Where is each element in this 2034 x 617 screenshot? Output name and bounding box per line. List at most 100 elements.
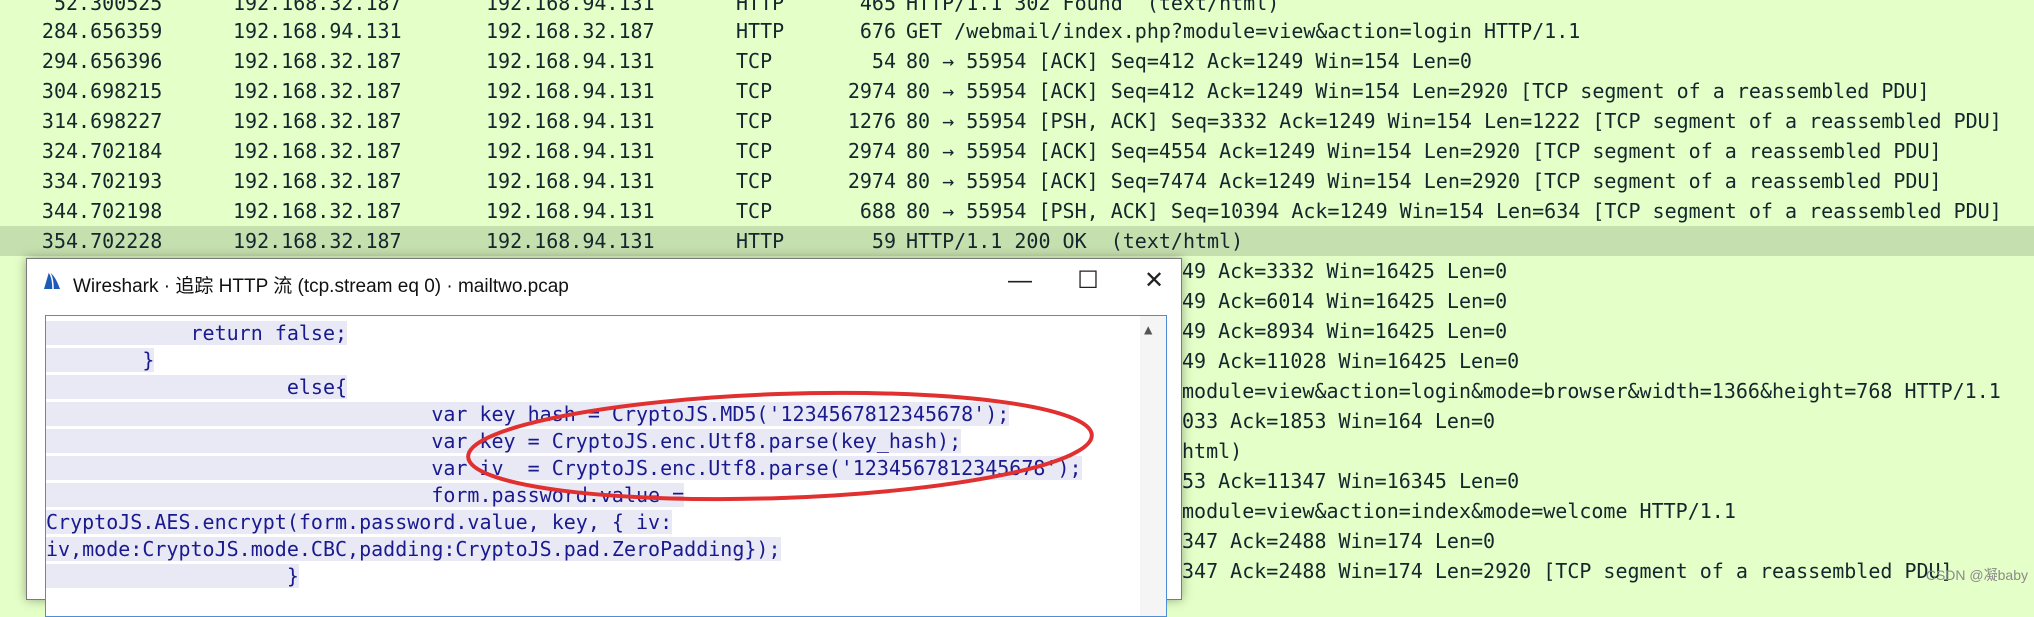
packet-time: 4.702228 — [66, 229, 163, 253]
code-line: var key_hash = CryptoJS.MD5('12345678123… — [46, 401, 1010, 428]
code-text: var key_hash = CryptoJS.MD5('12345678123… — [46, 402, 1010, 426]
code-line: return false; — [46, 320, 348, 347]
vertical-scrollbar[interactable]: ▲ — [1140, 316, 1166, 616]
packet-no: 35 — [41, 229, 66, 253]
packet-info-partial[interactable]: module=view&action=index&mode=welcome HT… — [1182, 496, 1736, 526]
packet-time: 4.702184 — [66, 139, 163, 163]
wireshark-fin-icon — [41, 269, 63, 291]
packet-row[interactable]: 30 4.698215 192.168.32.187 192.168.94.131 TC… — [0, 76, 2034, 106]
code-text: iv,mode:CryptoJS.mode.CBC,padding:Crypto… — [46, 537, 781, 561]
packet-len: 688 — [859, 199, 896, 223]
packet-row[interactable]: 28 4.656359 192.168.94.131 192.168.32.187 HT… — [0, 16, 2034, 46]
packet-row[interactable]: 35 4.702228 192.168.32.187 192.168.94.131 HT… — [0, 226, 2034, 256]
packet-len: 54 — [871, 49, 896, 73]
packet-src: 192.168.32.187 — [233, 79, 402, 103]
packet-src: 192.168.32.187 — [233, 139, 402, 163]
packet-row[interactable]: 34 4.702198 192.168.32.187 192.168.94.131 TC… — [0, 196, 2034, 226]
packet-info-partial[interactable]: 49 Ack=6014 Win=16425 Len=0 — [1182, 286, 1507, 316]
packet-info: GET /webmail/index.php?module=view&actio… — [906, 19, 1581, 43]
packet-time: 4.702198 — [66, 199, 163, 223]
packet-src: 192.168.32.187 — [233, 49, 402, 73]
packet-src: 192.168.32.187 — [233, 229, 402, 253]
packet-dst: 192.168.94.131 — [486, 169, 655, 193]
packet-info: 80 → 55954 [ACK] Seq=412 Ack=1249 Win=15… — [906, 49, 1472, 73]
packet-proto: TCP — [736, 109, 773, 133]
packet-dst: 192.168.94.131 — [486, 229, 655, 253]
code-line: var iv = CryptoJS.enc.Utf8.parse('123456… — [46, 455, 1082, 482]
packet-no: 28 — [41, 19, 66, 43]
follow-http-stream-dialog: Wireshark · 追踪 HTTP 流 (tcp.stream eq 0) … — [26, 258, 1182, 617]
packet-info-partial[interactable]: 49 Ack=3332 Win=16425 Len=0 — [1182, 256, 1507, 286]
packet-row[interactable]: 33 4.702193 192.168.32.187 192.168.94.131 TC… — [0, 166, 2034, 196]
packet-time: 4.698215 — [66, 79, 163, 103]
packet-time: 4.698227 — [66, 109, 163, 133]
packet-proto: HTTP — [736, 19, 785, 43]
code-text: CryptoJS.AES.encrypt(form.password.value… — [46, 510, 673, 534]
packet-info-partial[interactable]: html) — [1182, 436, 1242, 466]
packet-info: HTTP/1.1 200 OK (text/html) — [906, 229, 1244, 253]
code-line: } — [46, 563, 299, 590]
packet-dst: 192.168.94.131 — [486, 49, 655, 73]
code-text: } — [46, 564, 299, 588]
packet-src: 192.168.94.131 — [233, 19, 402, 43]
maximize-button[interactable]: ☐ — [1055, 259, 1121, 303]
packet-proto: TCP — [736, 139, 773, 163]
code-text: } — [46, 348, 155, 372]
packet-len: 59 — [871, 229, 896, 253]
minimize-button[interactable]: — — [987, 259, 1053, 303]
code-line: } — [46, 347, 155, 374]
packet-len: 2974 — [847, 139, 896, 163]
packet-info: 80 → 55954 [PSH, ACK] Seq=3332 Ack=1249 … — [906, 109, 2002, 133]
code-text: var iv = CryptoJS.enc.Utf8.parse('123456… — [46, 456, 1082, 480]
packet-row[interactable]: 32 4.702184 192.168.32.187 192.168.94.131 TC… — [0, 136, 2034, 166]
packet-info-partial[interactable]: 347 Ack=2488 Win=174 Len=2920 [TCP segme… — [1182, 556, 1953, 586]
packet-info-partial[interactable]: module=view&action=login&mode=browser&wi… — [1182, 376, 2001, 406]
packet-info-partial[interactable]: 49 Ack=11028 Win=16425 Len=0 — [1182, 346, 1519, 376]
packet-info-partial[interactable]: 53 Ack=11347 Win=16345 Len=0 — [1182, 466, 1519, 496]
packet-info: 80 → 55954 [ACK] Seq=412 Ack=1249 Win=15… — [906, 79, 1930, 103]
packet-time: 4.702193 — [66, 169, 163, 193]
packet-dst: 192.168.32.187 — [486, 19, 655, 43]
packet-src: 192.168.32.187 — [233, 109, 402, 133]
packet-no: 30 — [41, 79, 66, 103]
scroll-up-arrow-icon[interactable]: ▲ — [1144, 322, 1152, 338]
packet-dst: 192.168.94.131 — [486, 139, 655, 163]
dialog-title: Wireshark · 追踪 HTTP 流 (tcp.stream eq 0) … — [73, 276, 569, 297]
packet-info-partial[interactable]: 49 Ack=8934 Win=16425 Len=0 — [1182, 316, 1507, 346]
packet-info-partial[interactable]: 347 Ack=2488 Win=174 Len=0 — [1182, 526, 1495, 556]
packet-dst: 192.168.94.131 — [486, 199, 655, 223]
packet-info: 80 → 55954 [ACK] Seq=7474 Ack=1249 Win=1… — [906, 169, 1942, 193]
packet-len: 1276 — [847, 109, 896, 133]
packet-row[interactable]: 29 4.656396 192.168.32.187 192.168.94.131 TC… — [0, 46, 2034, 76]
dialog-titlebar[interactable]: Wireshark · 追踪 HTTP 流 (tcp.stream eq 0) … — [27, 259, 1181, 303]
close-button[interactable]: ✕ — [1121, 259, 1187, 303]
packet-dst: 192.168.94.131 — [486, 79, 655, 103]
packet-info: 80 → 55954 [ACK] Seq=4554 Ack=1249 Win=1… — [906, 139, 1942, 163]
packet-proto: TCP — [736, 199, 773, 223]
packet-time: 4.656396 — [66, 49, 163, 73]
packet-info-partial[interactable]: 033 Ack=1853 Win=164 Len=0 — [1182, 406, 1495, 436]
packet-len: 2974 — [847, 79, 896, 103]
packet-no: 29 — [41, 49, 66, 73]
code-line: iv,mode:CryptoJS.mode.CBC,padding:Crypto… — [46, 536, 781, 563]
code-text: return false; — [46, 321, 348, 345]
packet-proto: TCP — [736, 169, 773, 193]
code-text: else{ — [46, 375, 348, 399]
packet-no: 32 — [41, 139, 66, 163]
packet-len: 676 — [859, 19, 896, 43]
stream-content-area[interactable]: return false; } else{ var key_hash = Cry… — [45, 315, 1167, 617]
packet-no: 34 — [41, 199, 66, 223]
packet-time: 4.656359 — [66, 19, 163, 43]
packet-info: 80 → 55954 [PSH, ACK] Seq=10394 Ack=1249… — [906, 199, 2002, 223]
watermark: CSDN @凝baby — [1925, 567, 2028, 583]
stream-code: return false; } else{ var key_hash = Cry… — [46, 316, 1136, 616]
packet-proto: TCP — [736, 79, 773, 103]
packet-no: 33 — [41, 169, 66, 193]
code-line: form.password.value = — [46, 482, 685, 509]
code-text: form.password.value = — [46, 483, 685, 507]
packet-row[interactable]: 31 4.698227 192.168.32.187 192.168.94.131 TC… — [0, 106, 2034, 136]
packet-len: 2974 — [847, 169, 896, 193]
packet-no: 31 — [41, 109, 66, 133]
code-text: var key = CryptoJS.enc.Utf8.parse(key_ha… — [46, 429, 962, 453]
code-line: CryptoJS.AES.encrypt(form.password.value… — [46, 509, 673, 536]
